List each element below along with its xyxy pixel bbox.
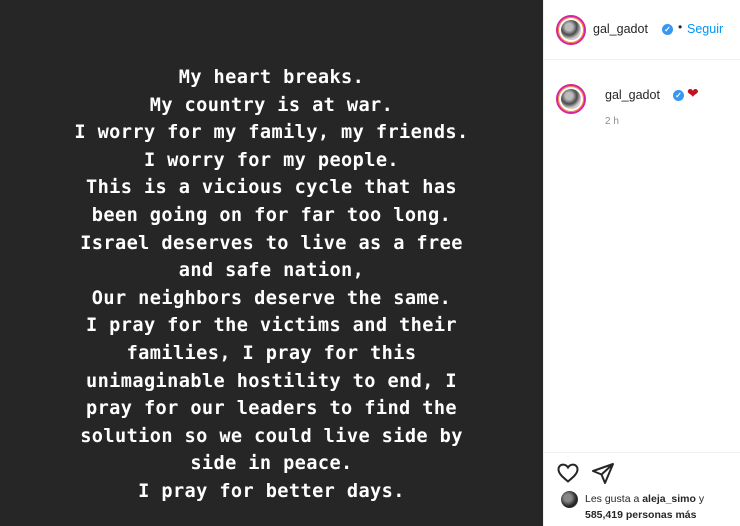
liker-username[interactable]: aleja_simo [642, 493, 696, 505]
likes-prefix: Les gusta a [585, 493, 643, 505]
username[interactable]: gal_gadot [593, 22, 648, 36]
paper-plane-icon[interactable] [591, 461, 615, 485]
post-sidebar: gal_gadot ✓ • Seguir gal_gadot ✓ ❤ 2 h L… [543, 0, 740, 526]
post-header: gal_gadot ✓ • Seguir [544, 0, 740, 60]
heart-emoji: ❤ [687, 85, 699, 101]
likes-suffix: y [695, 493, 705, 505]
action-bar [544, 452, 740, 488]
liker-avatar[interactable] [561, 491, 578, 508]
comment-timestamp[interactable]: 2 h [605, 116, 619, 127]
likes-count-text[interactable]: 585,419 personas más [585, 509, 697, 521]
comment-username[interactable]: gal_gadot [605, 88, 660, 102]
caption-comment: gal_gadot ✓ ❤ 2 h [544, 74, 740, 134]
likes-line: Les gusta a aleja_simo y [585, 493, 704, 505]
separator-dot: • [678, 20, 683, 34]
likes-count[interactable]: 585,419 personas más [585, 509, 697, 521]
heart-outline-icon[interactable] [556, 461, 580, 485]
verified-badge-icon: ✓ [662, 24, 673, 35]
follow-button[interactable]: Seguir [687, 22, 723, 36]
verified-badge-icon: ✓ [673, 90, 684, 101]
post-image-text: My heart breaks. My country is at war. I… [74, 67, 469, 502]
avatar[interactable] [556, 15, 586, 45]
avatar[interactable] [556, 84, 586, 114]
likes-summary: Les gusta a aleja_simo y 585,419 persona… [544, 488, 740, 526]
post-image[interactable]: My heart breaks. My country is at war. I… [0, 0, 543, 526]
post-viewer: My heart breaks. My country is at war. I… [0, 0, 740, 526]
